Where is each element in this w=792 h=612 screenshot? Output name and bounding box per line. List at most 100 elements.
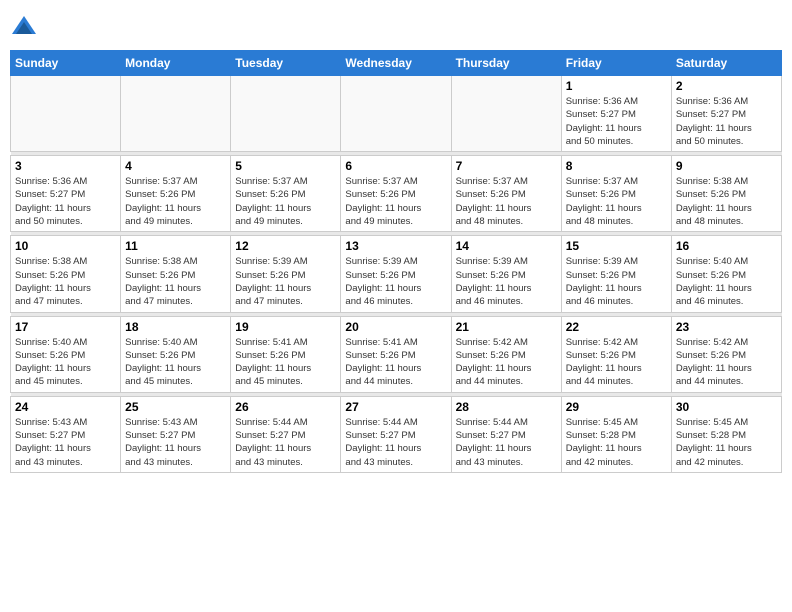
day-info: Sunrise: 5:36 AM Sunset: 5:27 PM Dayligh… [566, 95, 667, 148]
day-number: 10 [15, 239, 116, 253]
day-number: 22 [566, 320, 667, 334]
day-info: Sunrise: 5:42 AM Sunset: 5:26 PM Dayligh… [676, 336, 777, 389]
calendar-day-header: Sunday [11, 51, 121, 76]
calendar-cell: 6 Sunrise: 5:37 AM Sunset: 5:26 PM Daylig… [341, 156, 451, 232]
calendar-cell [231, 76, 341, 152]
calendar-table: SundayMondayTuesdayWednesdayThursdayFrid… [10, 50, 782, 473]
calendar-day-header: Wednesday [341, 51, 451, 76]
calendar-cell: 5Sunrise: 5:37 AM Sunset: 5:26 PM Daylig… [231, 156, 341, 232]
calendar-cell: 16Sunrise: 5:40 AM Sunset: 5:26 PM Dayli… [671, 236, 781, 312]
day-info: Sunrise: 5:38 AM Sunset: 5:26 PM Dayligh… [15, 255, 116, 308]
calendar-cell: 15 Sunrise: 5:39 AM Sunset: 5:26 PM Dayli… [561, 236, 671, 312]
day-number: 5 [235, 159, 336, 173]
calendar-header-row: SundayMondayTuesdayWednesdayThursdayFrid… [11, 51, 782, 76]
calendar-cell: 14 Sunrise: 5:39 AM Sunset: 5:26 PM Dayli… [451, 236, 561, 312]
day-number: 20 [345, 320, 446, 334]
day-info: Sunrise: 5:39 AM Sunset: 5:26 PM Dayligh… [456, 255, 557, 308]
calendar-cell: 21 Sunrise: 5:42 AM Sunset: 5:26 PM Dayli… [451, 316, 561, 392]
day-info: Sunrise: 5:44 AM Sunset: 5:27 PM Dayligh… [456, 416, 557, 469]
day-number: 25 [125, 400, 226, 414]
calendar-cell: 9 Sunrise: 5:38 AM Sunset: 5:26 PM Daylig… [671, 156, 781, 232]
calendar-cell: 7 Sunrise: 5:37 AM Sunset: 5:26 PM Daylig… [451, 156, 561, 232]
day-number: 29 [566, 400, 667, 414]
calendar-cell: 24Sunrise: 5:43 AM Sunset: 5:27 PM Dayli… [11, 396, 121, 472]
calendar-cell [121, 76, 231, 152]
logo-icon [10, 14, 38, 42]
calendar-cell: 12Sunrise: 5:39 AM Sunset: 5:26 PM Dayli… [231, 236, 341, 312]
calendar-cell: 25 Sunrise: 5:43 AM Sunset: 5:27 PM Dayli… [121, 396, 231, 472]
day-info: Sunrise: 5:42 AM Sunset: 5:26 PM Dayligh… [456, 336, 557, 389]
day-info: Sunrise: 5:45 AM Sunset: 5:28 PM Dayligh… [676, 416, 777, 469]
calendar-cell: 26 Sunrise: 5:44 AM Sunset: 5:27 PM Dayli… [231, 396, 341, 472]
day-number: 28 [456, 400, 557, 414]
calendar-cell: 11 Sunrise: 5:38 AM Sunset: 5:26 PM Dayli… [121, 236, 231, 312]
day-number: 1 [566, 79, 667, 93]
calendar-week-row: 10 Sunrise: 5:38 AM Sunset: 5:26 PM Dayli… [11, 236, 782, 312]
calendar-cell: 3 Sunrise: 5:36 AM Sunset: 5:27 PM Daylig… [11, 156, 121, 232]
day-number: 3 [15, 159, 116, 173]
calendar-cell: 8 Sunrise: 5:37 AM Sunset: 5:26 PM Daylig… [561, 156, 671, 232]
calendar-cell: 1 Sunrise: 5:36 AM Sunset: 5:27 PM Daylig… [561, 76, 671, 152]
day-number: 15 [566, 239, 667, 253]
calendar-cell: 20 Sunrise: 5:41 AM Sunset: 5:26 PM Dayli… [341, 316, 451, 392]
day-number: 24 [15, 400, 116, 414]
day-number: 4 [125, 159, 226, 173]
day-number: 19 [235, 320, 336, 334]
day-number: 17 [15, 320, 116, 334]
calendar-cell: 19 Sunrise: 5:41 AM Sunset: 5:26 PM Dayli… [231, 316, 341, 392]
calendar-cell [451, 76, 561, 152]
calendar-week-row: 3 Sunrise: 5:36 AM Sunset: 5:27 PM Daylig… [11, 156, 782, 232]
day-number: 14 [456, 239, 557, 253]
day-number: 6 [345, 159, 446, 173]
day-number: 7 [456, 159, 557, 173]
calendar-cell: 28 Sunrise: 5:44 AM Sunset: 5:27 PM Dayli… [451, 396, 561, 472]
day-info: Sunrise: 5:39 AM Sunset: 5:26 PM Dayligh… [345, 255, 446, 308]
day-info: Sunrise: 5:45 AM Sunset: 5:28 PM Dayligh… [566, 416, 667, 469]
calendar-cell [11, 76, 121, 152]
day-number: 11 [125, 239, 226, 253]
calendar-cell: 23 Sunrise: 5:42 AM Sunset: 5:26 PM Dayli… [671, 316, 781, 392]
calendar-week-row: 24 Sunrise: 5:43 AM Sunset: 5:27 PM Dayli… [11, 396, 782, 472]
calendar-cell: 30 Sunrise: 5:45 AM Sunset: 5:28 PM Dayli… [671, 396, 781, 472]
day-number: 2 [676, 79, 777, 93]
day-info: Sunrise: 5:36 AM Sunset: 5:27 PM Dayligh… [15, 175, 116, 228]
calendar-day-header: Thursday [451, 51, 561, 76]
calendar-day-header: Saturday [671, 51, 781, 76]
day-info: Sunrise: 5:41 AM Sunset: 5:26 PM Dayligh… [345, 336, 446, 389]
day-info: Sunrise: 5:38 AM Sunset: 5:26 PM Dayligh… [676, 175, 777, 228]
calendar-cell: 29 Sunrise: 5:45 AM Sunset: 5:28 PM Dayli… [561, 396, 671, 472]
calendar-cell: 17Sunrise: 5:40 AM Sunset: 5:26 PM Dayli… [11, 316, 121, 392]
day-info: Sunrise: 5:44 AM Sunset: 5:27 PM Dayligh… [235, 416, 336, 469]
day-info: Sunrise: 5:44 AM Sunset: 5:27 PM Dayligh… [345, 416, 446, 469]
day-number: 27 [345, 400, 446, 414]
calendar-day-header: Tuesday [231, 51, 341, 76]
calendar-week-row: 1 Sunrise: 5:36 AM Sunset: 5:27 PM Daylig… [11, 76, 782, 152]
day-info: Sunrise: 5:41 AM Sunset: 5:26 PM Dayligh… [235, 336, 336, 389]
page-header [10, 10, 782, 42]
day-info: Sunrise: 5:38 AM Sunset: 5:26 PM Dayligh… [125, 255, 226, 308]
day-info: Sunrise: 5:37 AM Sunset: 5:26 PM Dayligh… [345, 175, 446, 228]
calendar-cell: 18Sunrise: 5:40 AM Sunset: 5:26 PM Dayli… [121, 316, 231, 392]
day-number: 8 [566, 159, 667, 173]
day-number: 21 [456, 320, 557, 334]
day-info: Sunrise: 5:42 AM Sunset: 5:26 PM Dayligh… [566, 336, 667, 389]
calendar-cell: 27 Sunrise: 5:44 AM Sunset: 5:27 PM Dayli… [341, 396, 451, 472]
day-number: 30 [676, 400, 777, 414]
day-number: 18 [125, 320, 226, 334]
day-number: 12 [235, 239, 336, 253]
day-number: 23 [676, 320, 777, 334]
day-info: Sunrise: 5:39 AM Sunset: 5:26 PM Dayligh… [566, 255, 667, 308]
calendar-cell: 4Sunrise: 5:37 AM Sunset: 5:26 PM Daylig… [121, 156, 231, 232]
day-info: Sunrise: 5:40 AM Sunset: 5:26 PM Dayligh… [676, 255, 777, 308]
calendar-cell: 10 Sunrise: 5:38 AM Sunset: 5:26 PM Dayli… [11, 236, 121, 312]
calendar-cell: 13Sunrise: 5:39 AM Sunset: 5:26 PM Dayli… [341, 236, 451, 312]
day-info: Sunrise: 5:37 AM Sunset: 5:26 PM Dayligh… [456, 175, 557, 228]
day-info: Sunrise: 5:37 AM Sunset: 5:26 PM Dayligh… [566, 175, 667, 228]
day-number: 9 [676, 159, 777, 173]
calendar-cell: 2Sunrise: 5:36 AM Sunset: 5:27 PM Daylig… [671, 76, 781, 152]
day-info: Sunrise: 5:43 AM Sunset: 5:27 PM Dayligh… [125, 416, 226, 469]
calendar-body: 1 Sunrise: 5:36 AM Sunset: 5:27 PM Daylig… [11, 76, 782, 473]
calendar-cell [341, 76, 451, 152]
calendar-cell: 22 Sunrise: 5:42 AM Sunset: 5:26 PM Dayli… [561, 316, 671, 392]
day-number: 26 [235, 400, 336, 414]
